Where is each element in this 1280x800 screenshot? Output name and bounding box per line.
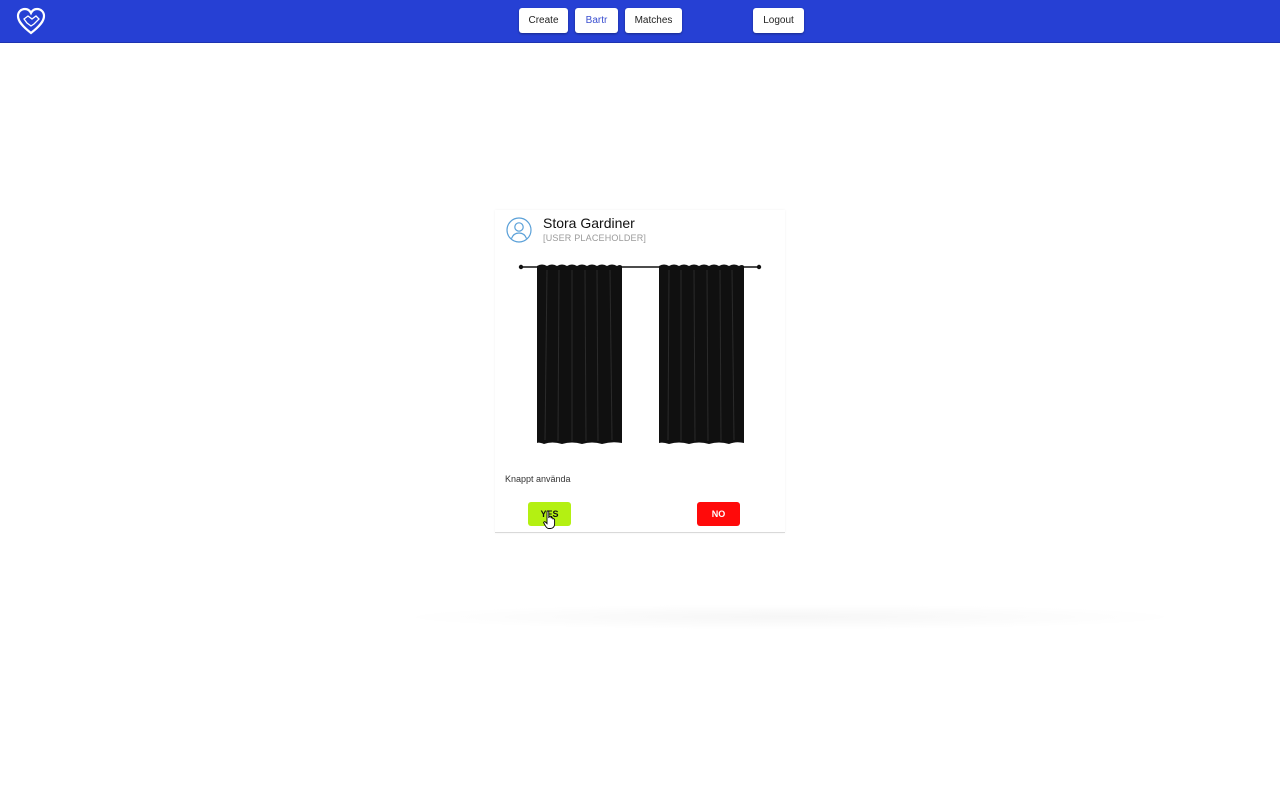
item-title: Stora Gardiner — [543, 215, 635, 231]
bartr-button[interactable]: Bartr — [575, 8, 618, 33]
matches-button[interactable]: Matches — [625, 8, 682, 33]
item-card: Stora Gardiner [USER PLACEHOLDER] Knappt… — [495, 210, 785, 533]
top-navbar: Create Bartr Matches Logout — [0, 0, 1280, 43]
logout-button[interactable]: Logout — [753, 8, 804, 33]
yes-button[interactable]: YES — [528, 502, 571, 526]
no-button[interactable]: NO — [697, 502, 740, 526]
item-description: Knappt använda — [505, 474, 571, 484]
next-card-shadow — [390, 604, 1190, 630]
item-owner: [USER PLACEHOLDER] — [543, 233, 647, 243]
curtains-image — [518, 264, 762, 444]
create-button[interactable]: Create — [519, 8, 568, 33]
heart-logo-icon[interactable] — [16, 7, 46, 35]
user-circle-icon — [506, 217, 532, 243]
